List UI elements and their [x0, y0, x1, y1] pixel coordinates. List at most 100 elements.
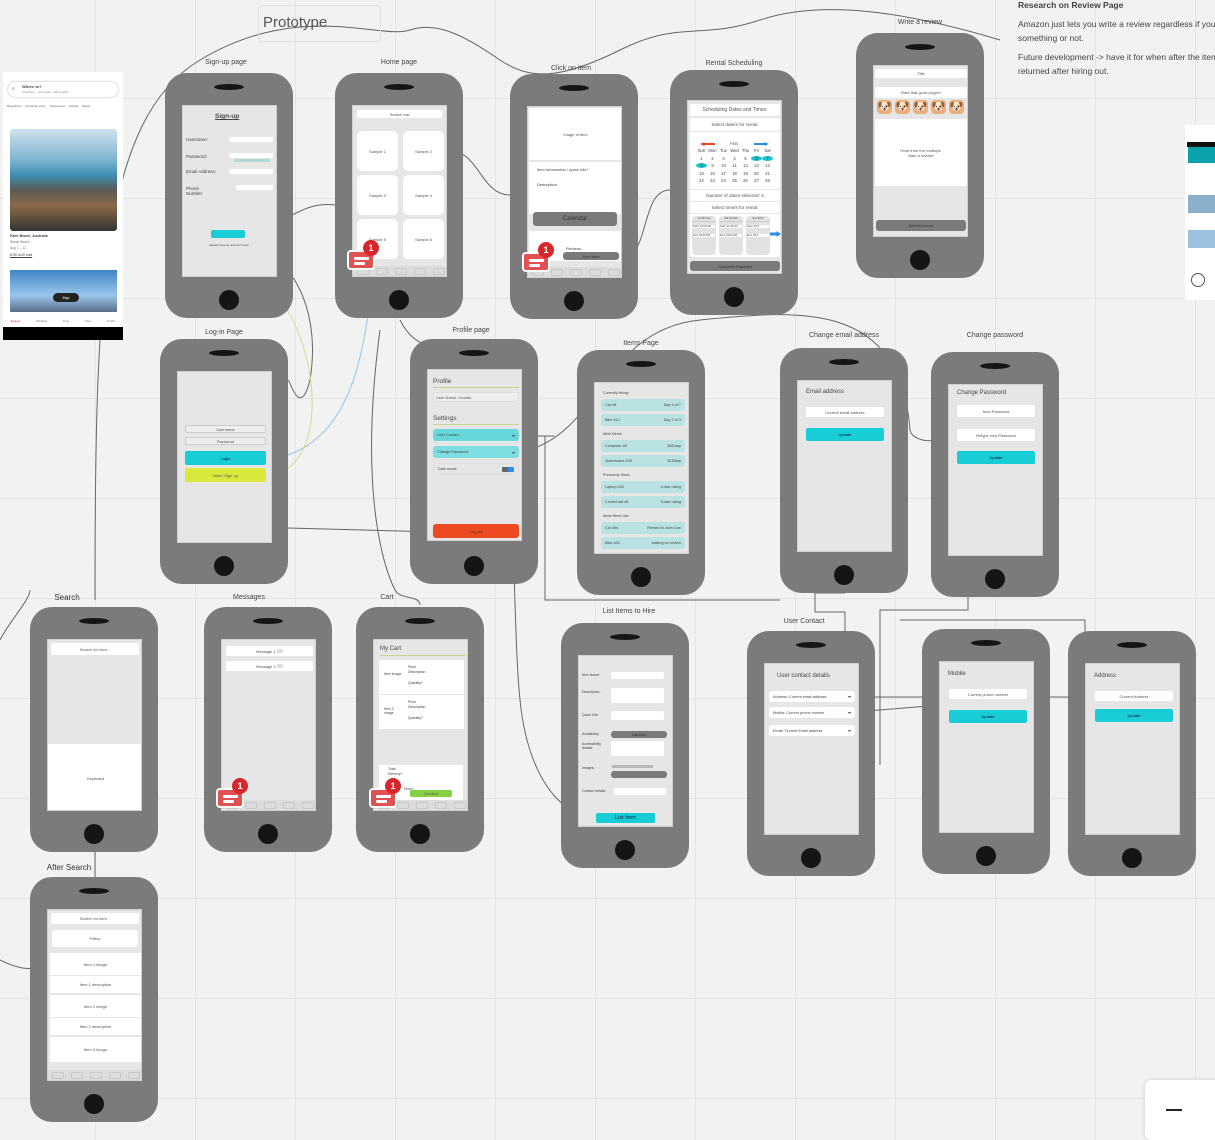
- listing-photo[interactable]: [10, 129, 117, 231]
- calendar-day[interactable]: 2: [707, 156, 718, 161]
- checkout-button[interactable]: Checkout: [410, 790, 452, 797]
- home-button[interactable]: [84, 1094, 104, 1114]
- upload-images-button[interactable]: [611, 771, 667, 778]
- calendar-day[interactable]: 3: [718, 156, 729, 161]
- zoom-control[interactable]: [1145, 1080, 1215, 1140]
- password-field[interactable]: [229, 153, 273, 158]
- chat-badge-icon[interactable]: 1: [216, 778, 248, 810]
- tab-bar[interactable]: [48, 1070, 141, 1080]
- home-button[interactable]: [976, 846, 996, 866]
- slot-end[interactable]: End: 05:4: [747, 234, 769, 237]
- login-link[interactable]: Already have an account? Login: [209, 243, 249, 247]
- calendar-grid[interactable]: Sun Mon Tue Wed Thu Fri Sat 1 2 3 4 5 6 7 8 9 10 11 12 13 14…: [696, 148, 773, 183]
- calendar-day[interactable]: 25: [729, 178, 740, 183]
- result-item[interactable]: Item 3 image: [50, 1037, 141, 1062]
- calendar-day[interactable]: 17: [718, 171, 729, 176]
- calendar-day[interactable]: 8: [696, 163, 707, 168]
- items-row[interactable]: Bike #12 Day 2 of 3: [601, 414, 685, 426]
- dog-rating-icon[interactable]: 🐶: [931, 100, 946, 114]
- filters-button[interactable]: Filters: [52, 930, 138, 947]
- map-button[interactable]: Map: [53, 293, 79, 302]
- time-slot-card[interactable]: Sat 7th Feb Start: 11:45 AM End: 03:00 AM: [719, 216, 743, 255]
- items-row[interactable]: Car #9s Rented to John Doe: [601, 522, 685, 534]
- reviews-label[interactable]: Reviews: [566, 246, 581, 251]
- slot-start[interactable]: Start: 11:45 AM: [720, 225, 742, 228]
- home-button[interactable]: [985, 569, 1005, 589]
- contact-row-email[interactable]: Email: Current Email address ➡: [769, 725, 855, 736]
- home-button[interactable]: [910, 250, 930, 270]
- update-button[interactable]: Update: [1095, 709, 1173, 722]
- calendar-day[interactable]: 5: [740, 156, 751, 161]
- calendar-day[interactable]: 22: [696, 178, 707, 183]
- home-button[interactable]: [219, 290, 239, 310]
- category[interactable]: Beachfront: [7, 104, 22, 108]
- item-name-input[interactable]: [611, 672, 664, 679]
- home-button[interactable]: [214, 556, 234, 576]
- username-field[interactable]: [229, 137, 273, 142]
- time-slot-card[interactable]: Fri 6th Feb Start: 10:00 AM End: 05:30 PM: [692, 216, 716, 255]
- calendar-day[interactable]: 11: [729, 163, 740, 168]
- items-row[interactable]: Laptop #30 4-star rating: [601, 481, 685, 493]
- home-button[interactable]: [258, 824, 278, 844]
- nav-inbox[interactable]: Inbox: [85, 319, 92, 326]
- retype-password-input[interactable]: Retype new Password: [957, 429, 1035, 441]
- items-row[interactable]: Cricket bat #6 5-star rating: [601, 496, 685, 508]
- category[interactable]: Treehouses: [49, 104, 65, 108]
- phone-number-input[interactable]: Current phone number: [949, 689, 1027, 699]
- sample-card[interactable]: Sample 1: [357, 131, 398, 171]
- update-button[interactable]: Update: [806, 428, 884, 441]
- quick-info-input[interactable]: [611, 711, 664, 720]
- complete-payment-button[interactable]: Complete Payment: [690, 261, 780, 271]
- calendar-day[interactable]: 26: [740, 178, 751, 183]
- home-button[interactable]: [631, 567, 651, 587]
- result-item[interactable]: Item 1 image: [50, 953, 141, 975]
- slot-end[interactable]: End: 03:00 AM: [720, 234, 742, 237]
- search-input[interactable]: Search for item...: [51, 913, 139, 924]
- update-button[interactable]: Update: [957, 451, 1035, 464]
- calendar-button[interactable]: Calendar: [533, 212, 617, 226]
- chat-badge-icon[interactable]: 1: [369, 778, 401, 810]
- listing-photo-2[interactable]: [10, 270, 117, 312]
- items-row[interactable]: Car #8 Day 4 of 7: [601, 399, 685, 411]
- password-field[interactable]: Password: [185, 437, 266, 445]
- username-field[interactable]: Username: [185, 425, 266, 433]
- items-row[interactable]: Computer #5 $50/day: [601, 440, 685, 452]
- dog-rating-icon[interactable]: 🐶: [877, 100, 892, 114]
- message-item[interactable]: Message 1: [226, 646, 313, 656]
- nav-explore[interactable]: Explore: [11, 319, 20, 326]
- search-bar[interactable]: Search bar: [357, 110, 442, 118]
- contact-details-input[interactable]: [614, 788, 666, 795]
- category[interactable]: Boats: [82, 104, 90, 108]
- login-button[interactable]: Login: [185, 451, 266, 465]
- home-button[interactable]: [724, 287, 744, 307]
- nav-wishlists[interactable]: Wishlists: [36, 319, 47, 326]
- calendar-day[interactable]: 27: [751, 178, 762, 183]
- calendar-day[interactable]: 10: [718, 163, 729, 168]
- phone-field[interactable]: [236, 185, 273, 190]
- submit-review-button[interactable]: Submit review: [876, 220, 966, 231]
- review-title-field[interactable]: Title: [875, 69, 967, 78]
- calendar-day[interactable]: 24: [718, 178, 729, 183]
- dark-mode-toggle[interactable]: [502, 466, 514, 472]
- calendar-day[interactable]: 9: [707, 163, 718, 168]
- sample-card[interactable]: Sample 4: [403, 175, 444, 215]
- calendar-day[interactable]: 18: [729, 171, 740, 176]
- sample-card[interactable]: Sample 6: [403, 219, 444, 259]
- slot-start[interactable]: Start: 10:00 AM: [693, 225, 715, 228]
- contact-row-mobile[interactable]: Mobile: Current phone number ➡: [769, 707, 855, 718]
- zoom-out-icon[interactable]: [1166, 1109, 1182, 1111]
- home-button[interactable]: [410, 824, 430, 844]
- dog-rating-icon[interactable]: 🐶: [913, 100, 928, 114]
- category[interactable]: Amazing pools: [26, 104, 46, 108]
- nav-profile[interactable]: Profile: [107, 319, 115, 326]
- email-input[interactable]: Current email address: [806, 407, 884, 417]
- nav-trips[interactable]: Trips: [63, 319, 69, 326]
- signup-button[interactable]: [211, 230, 245, 238]
- home-button[interactable]: [389, 290, 409, 310]
- home-button[interactable]: [834, 565, 854, 585]
- update-button[interactable]: Update: [949, 710, 1027, 723]
- email-field[interactable]: [229, 169, 273, 174]
- result-item[interactable]: Item 2 description: [50, 1018, 141, 1035]
- home-button[interactable]: [801, 848, 821, 868]
- accessibility-input[interactable]: [611, 741, 664, 756]
